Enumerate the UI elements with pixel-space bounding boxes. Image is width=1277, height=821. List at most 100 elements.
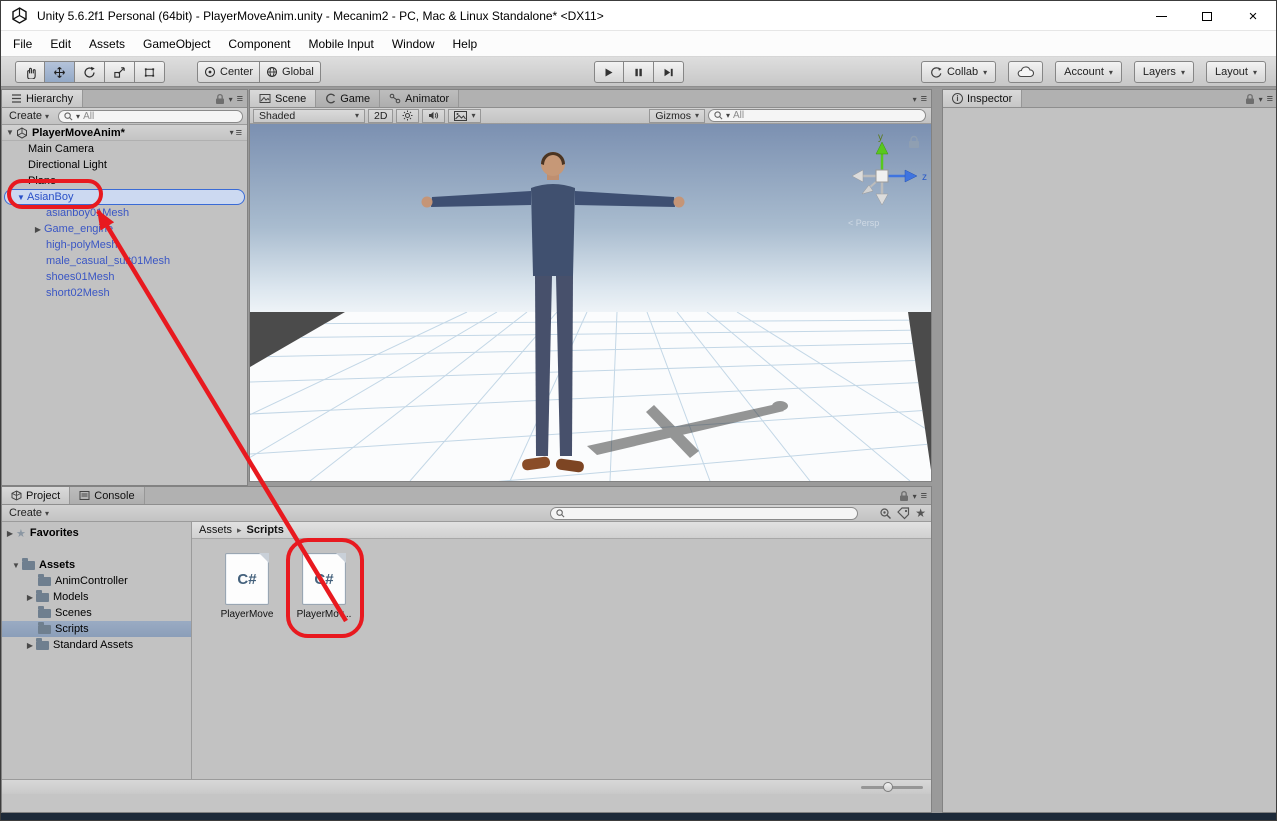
lock-icon[interactable] [1245,93,1255,105]
project-favorites-row[interactable]: ▶ ★ Favorites [2,525,191,541]
tab-project[interactable]: Project [2,487,70,504]
close-button[interactable]: × [1230,1,1276,31]
cloud-button[interactable] [1008,61,1043,83]
hierarchy-item-asianboy-selected[interactable]: ▼ AsianBoy [4,189,245,205]
lock-icon[interactable] [215,93,225,105]
space-toggle-button[interactable]: Global [260,61,321,83]
menu-file[interactable]: File [4,31,41,56]
tab-animator[interactable]: Animator [380,90,459,107]
search-by-type-icon[interactable] [879,507,892,520]
panel-menu-icon[interactable]: ≡ [921,490,927,502]
hierarchy-scene-row[interactable]: ▼ PlayerMoveAnim* ▾ ≡ [2,125,247,141]
expand-closed-icon[interactable]: ▶ [24,593,36,602]
menu-mobile-input[interactable]: Mobile Input [299,31,382,56]
menu-assets[interactable]: Assets [80,31,134,56]
maximize-button[interactable] [1184,1,1230,31]
hierarchy-item-game-engine[interactable]: ▶ Game_engine [2,221,247,237]
menu-component[interactable]: Component [219,31,299,56]
pause-button[interactable] [624,61,654,83]
project-folder-models[interactable]: ▶ Models [2,589,191,605]
panel-menu-icon[interactable]: ≡ [921,93,927,105]
rect-tool-button[interactable] [135,61,165,83]
expand-open-icon[interactable]: ▼ [15,193,27,202]
lock-icon[interactable] [899,490,909,502]
chevron-down-icon: ▾ [45,112,49,121]
project-folder-animcontroller[interactable]: AnimController [2,573,191,589]
file-playermov-truncated[interactable]: C# PlayerMov... [291,553,357,620]
project-folder-standard-assets[interactable]: ▶ Standard Assets [2,637,191,653]
hierarchy-create-button[interactable]: Create ▾ [6,110,52,122]
folder-label: Models [53,591,88,603]
expand-open-icon[interactable]: ▼ [10,561,22,570]
hierarchy-item-main-camera[interactable]: Main Camera [2,141,247,157]
hierarchy-item-asianboy01mesh[interactable]: asianboy01Mesh [2,205,247,221]
expand-closed-icon[interactable]: ▶ [4,529,16,538]
scene-search-field[interactable]: ▾ [708,109,926,122]
menu-help[interactable]: Help [444,31,487,56]
scene-search-input[interactable] [733,110,920,121]
scene-tab-icon [259,93,271,104]
project-search-input[interactable] [568,508,852,519]
layers-dropdown[interactable]: Layers ▾ [1134,61,1194,83]
step-button[interactable] [654,61,684,83]
search-by-label-icon[interactable] [897,507,910,520]
pivot-toggle-button[interactable]: Center [197,61,260,83]
tab-hierarchy[interactable]: Hierarchy [2,90,83,107]
move-tool-button[interactable] [45,61,75,83]
layout-dropdown[interactable]: Layout ▾ [1206,61,1266,83]
saved-search-star-icon[interactable]: ★ [915,506,926,520]
expand-open-icon[interactable]: ▼ [4,128,16,137]
hierarchy-item-plane[interactable]: Plane [2,173,247,189]
tab-label: Inspector [967,93,1012,105]
scene-row-menu-icon[interactable]: ≡ [236,127,242,139]
csharp-icon-text: C# [303,571,345,588]
play-button[interactable] [594,61,624,83]
tab-inspector[interactable]: i Inspector [943,90,1022,107]
collab-dropdown[interactable]: Collab ▾ [921,61,996,83]
search-filter-caret-icon[interactable]: ▾ [76,112,80,121]
scale-tool-button[interactable] [105,61,135,83]
hand-tool-button[interactable] [15,61,45,83]
folder-icon [38,625,51,634]
perspective-label[interactable]: < Persp [848,218,879,228]
lighting-toggle-button[interactable] [396,109,419,123]
playmode-controls [594,61,684,83]
panel-menu-icon[interactable]: ≡ [1267,93,1273,105]
image-icon [454,111,467,121]
project-folder-scenes[interactable]: Scenes [2,605,191,621]
effects-dropdown-button[interactable]: ▾ [448,109,481,123]
menu-window[interactable]: Window [383,31,444,56]
breadcrumb-root[interactable]: Assets [199,524,232,536]
hierarchy-search-input[interactable] [83,111,237,122]
project-create-button[interactable]: Create ▾ [6,507,52,519]
scene-viewport[interactable]: y z < Persp [250,124,931,481]
project-folder-assets[interactable]: ▼ Assets [2,557,191,573]
audio-toggle-button[interactable] [422,109,445,123]
hierarchy-search-field[interactable]: ▾ [58,110,243,123]
hierarchy-item-short02mesh[interactable]: short02Mesh [2,285,247,301]
page-fold-icon [336,553,346,563]
account-dropdown[interactable]: Account ▾ [1055,61,1122,83]
file-playermove[interactable]: C# PlayerMove [214,553,280,620]
tab-game[interactable]: Game [316,90,380,107]
project-folder-scripts-selected[interactable]: Scripts [2,621,191,637]
hierarchy-item-shoes01mesh[interactable]: shoes01Mesh [2,269,247,285]
tab-console[interactable]: Console [70,487,144,504]
menu-edit[interactable]: Edit [41,31,80,56]
zoom-slider-handle[interactable] [883,782,893,792]
search-filter-caret-icon[interactable]: ▾ [726,111,730,120]
shading-mode-dropdown[interactable]: Shaded ▾ [253,109,365,123]
expand-closed-icon[interactable]: ▶ [24,641,36,650]
project-search-field[interactable] [550,507,858,520]
hierarchy-item-directional-light[interactable]: Directional Light [2,157,247,173]
menu-gameobject[interactable]: GameObject [134,31,219,56]
2d-toggle-button[interactable]: 2D [368,109,393,123]
rotate-tool-button[interactable] [75,61,105,83]
tab-scene[interactable]: Scene [250,90,316,107]
hierarchy-item-male-casual-suit01mesh[interactable]: male_casual_suit01Mesh [2,253,247,269]
minimize-button[interactable] [1138,1,1184,31]
gizmos-dropdown[interactable]: Gizmos ▾ [649,109,705,123]
expand-closed-icon[interactable]: ▶ [32,225,44,234]
panel-menu-icon[interactable]: ≡ [237,93,243,105]
hierarchy-item-high-polymesh[interactable]: high-polyMesh [2,237,247,253]
